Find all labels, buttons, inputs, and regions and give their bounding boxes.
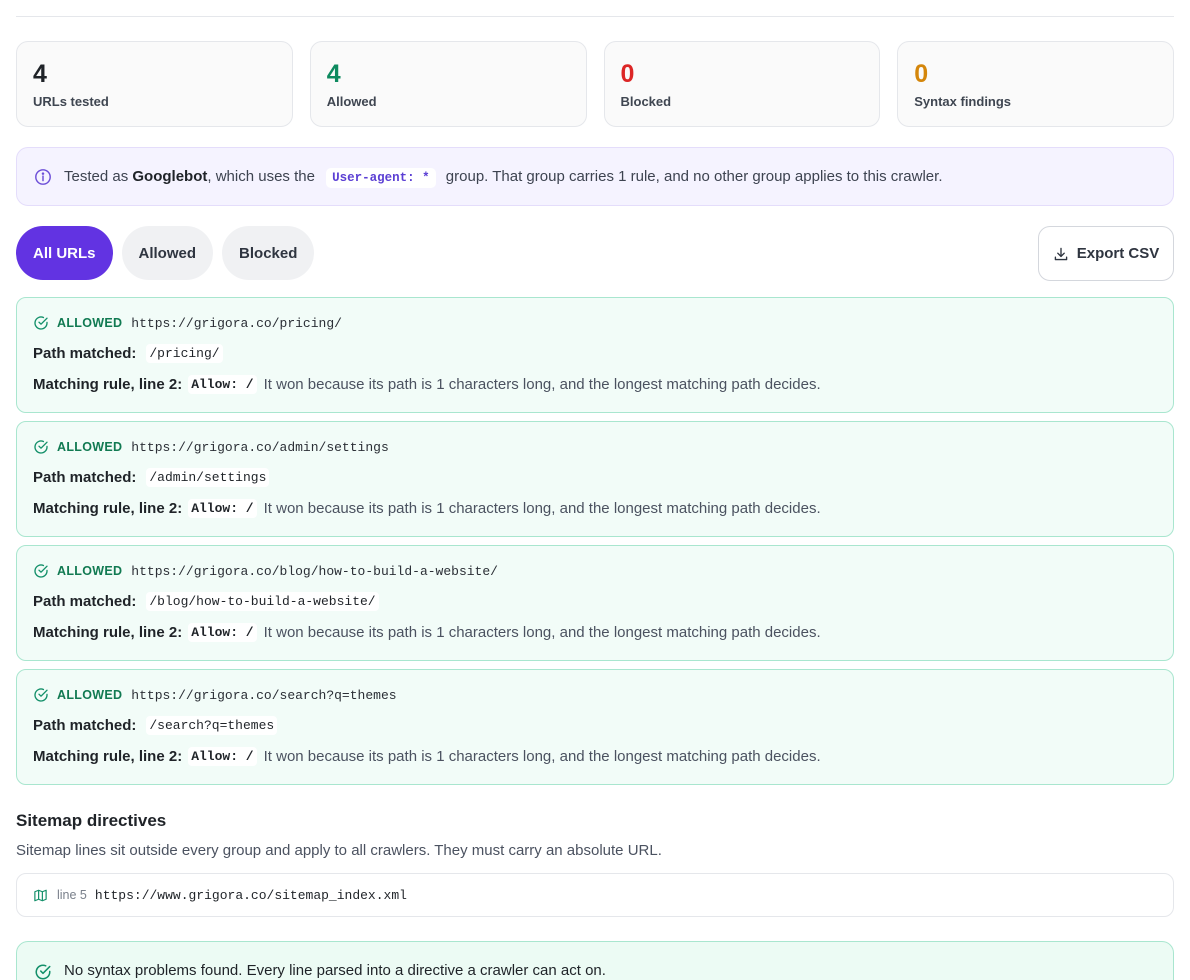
rule-explanation: It won because its path is 1 characters … bbox=[263, 747, 821, 765]
info-suffix: group. That group carries 1 rule, and no… bbox=[441, 168, 943, 185]
info-circle-icon bbox=[35, 168, 51, 185]
matched-path: /search?q=themes bbox=[146, 715, 278, 735]
rule-explanation: It won because its path is 1 characters … bbox=[263, 499, 821, 517]
stat-value: 4 bbox=[33, 60, 47, 88]
path-matched-row: Path matched: /search?q=themes bbox=[33, 715, 1157, 735]
status-badge: ALLOWED bbox=[57, 316, 123, 330]
matching-rule-label: Matching rule, line 2: bbox=[33, 623, 183, 641]
status-badge: ALLOWED bbox=[57, 564, 123, 578]
matching-rule-label: Matching rule, line 2: bbox=[33, 375, 183, 393]
matching-rule-row: Matching rule, line 2: Allow: / It won b… bbox=[33, 746, 1157, 766]
matching-rule: Allow: / bbox=[188, 374, 257, 394]
path-matched-row: Path matched: /admin/settings bbox=[33, 467, 1157, 487]
result-header: ALLOWED https://grigora.co/pricing/ bbox=[33, 314, 1157, 332]
stat-label: URLs tested bbox=[33, 94, 109, 109]
matched-path: /admin/settings bbox=[146, 467, 270, 487]
result-card: ALLOWED https://grigora.co/admin/setting… bbox=[16, 421, 1174, 537]
info-text: Tested as Googlebot, which uses the User… bbox=[64, 168, 943, 188]
check-circle-icon bbox=[34, 688, 48, 702]
summary-stats: 4 URLs tested 4 Allowed 0 Blocked 0 Synt… bbox=[16, 41, 1174, 127]
tab-allowed[interactable]: Allowed bbox=[121, 226, 214, 280]
result-header: ALLOWED https://grigora.co/admin/setting… bbox=[33, 438, 1157, 456]
sitemap-entry: line 5 https://www.grigora.co/sitemap_in… bbox=[16, 873, 1174, 917]
stat-card-syntax-findings: 0 Syntax findings bbox=[897, 41, 1174, 127]
info-mid: , which uses the bbox=[207, 168, 320, 185]
user-agent-group: User-agent: * bbox=[326, 168, 436, 188]
result-url: https://grigora.co/search?q=themes bbox=[131, 687, 397, 703]
rule-explanation: It won because its path is 1 characters … bbox=[263, 623, 821, 641]
syntax-status-banner: No syntax problems found. Every line par… bbox=[16, 941, 1174, 980]
results-list: ALLOWED https://grigora.co/pricing/ Path… bbox=[16, 297, 1174, 793]
check-circle-icon bbox=[35, 964, 51, 980]
path-matched-row: Path matched: /pricing/ bbox=[33, 343, 1157, 363]
syntax-status-text: No syntax problems found. Every line par… bbox=[64, 962, 606, 979]
matching-rule-row: Matching rule, line 2: Allow: / It won b… bbox=[33, 622, 1157, 642]
matching-rule: Allow: / bbox=[188, 498, 257, 518]
matching-rule-row: Matching rule, line 2: Allow: / It won b… bbox=[33, 498, 1157, 518]
status-badge: ALLOWED bbox=[57, 688, 123, 702]
result-card: ALLOWED https://grigora.co/blog/how-to-b… bbox=[16, 545, 1174, 661]
sitemap-url: https://www.grigora.co/sitemap_index.xml bbox=[94, 887, 407, 903]
result-header: ALLOWED https://grigora.co/blog/how-to-b… bbox=[33, 562, 1157, 580]
result-card: ALLOWED https://grigora.co/search?q=them… bbox=[16, 669, 1174, 785]
matching-rule-label: Matching rule, line 2: bbox=[33, 747, 183, 765]
export-csv-button[interactable]: Export CSV bbox=[1038, 226, 1174, 281]
check-circle-icon bbox=[34, 440, 48, 454]
matching-rule-label: Matching rule, line 2: bbox=[33, 499, 183, 517]
info-prefix: Tested as bbox=[64, 168, 133, 185]
matched-path: /blog/how-to-build-a-website/ bbox=[146, 591, 379, 611]
stat-label: Blocked bbox=[620, 94, 672, 109]
filter-tabs: All URLs Allowed Blocked bbox=[16, 226, 315, 280]
result-card: ALLOWED https://grigora.co/pricing/ Path… bbox=[16, 297, 1174, 413]
stat-value: 0 bbox=[914, 60, 929, 88]
sitemap-line-number: line 5 bbox=[57, 888, 87, 902]
stat-card-allowed: 4 Allowed bbox=[309, 41, 587, 127]
check-circle-icon bbox=[34, 564, 48, 578]
stat-value: 4 bbox=[326, 60, 341, 88]
result-url: https://grigora.co/pricing/ bbox=[131, 315, 342, 331]
path-matched-label: Path matched: bbox=[33, 716, 137, 734]
sitemap-section-title: Sitemap directives bbox=[16, 811, 167, 830]
stat-label: Allowed bbox=[326, 94, 377, 109]
status-badge: ALLOWED bbox=[57, 440, 123, 454]
stat-label: Syntax findings bbox=[914, 94, 1012, 109]
download-icon bbox=[1054, 247, 1068, 260]
matching-rule: Allow: / bbox=[188, 622, 257, 642]
top-divider bbox=[16, 16, 1174, 17]
check-circle-icon bbox=[34, 316, 48, 330]
path-matched-label: Path matched: bbox=[33, 592, 137, 610]
map-icon bbox=[34, 889, 47, 901]
crawler-name: Googlebot bbox=[132, 168, 208, 185]
path-matched-row: Path matched: /blog/how-to-build-a-websi… bbox=[33, 591, 1157, 611]
path-matched-label: Path matched: bbox=[33, 468, 137, 486]
tab-blocked[interactable]: Blocked bbox=[222, 226, 315, 280]
path-matched-label: Path matched: bbox=[33, 344, 137, 362]
matching-rule: Allow: / bbox=[188, 746, 257, 766]
tab-all-urls[interactable]: All URLs bbox=[16, 226, 113, 280]
matched-path: /pricing/ bbox=[146, 343, 223, 363]
result-url: https://grigora.co/blog/how-to-build-a-w… bbox=[131, 563, 498, 579]
matching-rule-row: Matching rule, line 2: Allow: / It won b… bbox=[33, 374, 1157, 394]
crawler-info-banner: Tested as Googlebot, which uses the User… bbox=[16, 147, 1174, 206]
stat-card-urls-tested: 4 URLs tested bbox=[16, 41, 293, 127]
export-csv-label: Export CSV bbox=[1076, 245, 1160, 262]
stat-value: 0 bbox=[620, 60, 635, 88]
result-header: ALLOWED https://grigora.co/search?q=them… bbox=[33, 686, 1157, 704]
sitemap-description: Sitemap lines sit outside every group an… bbox=[16, 842, 662, 859]
stat-card-blocked: 0 Blocked bbox=[603, 41, 881, 127]
result-url: https://grigora.co/admin/settings bbox=[131, 439, 389, 455]
rule-explanation: It won because its path is 1 characters … bbox=[263, 375, 821, 393]
